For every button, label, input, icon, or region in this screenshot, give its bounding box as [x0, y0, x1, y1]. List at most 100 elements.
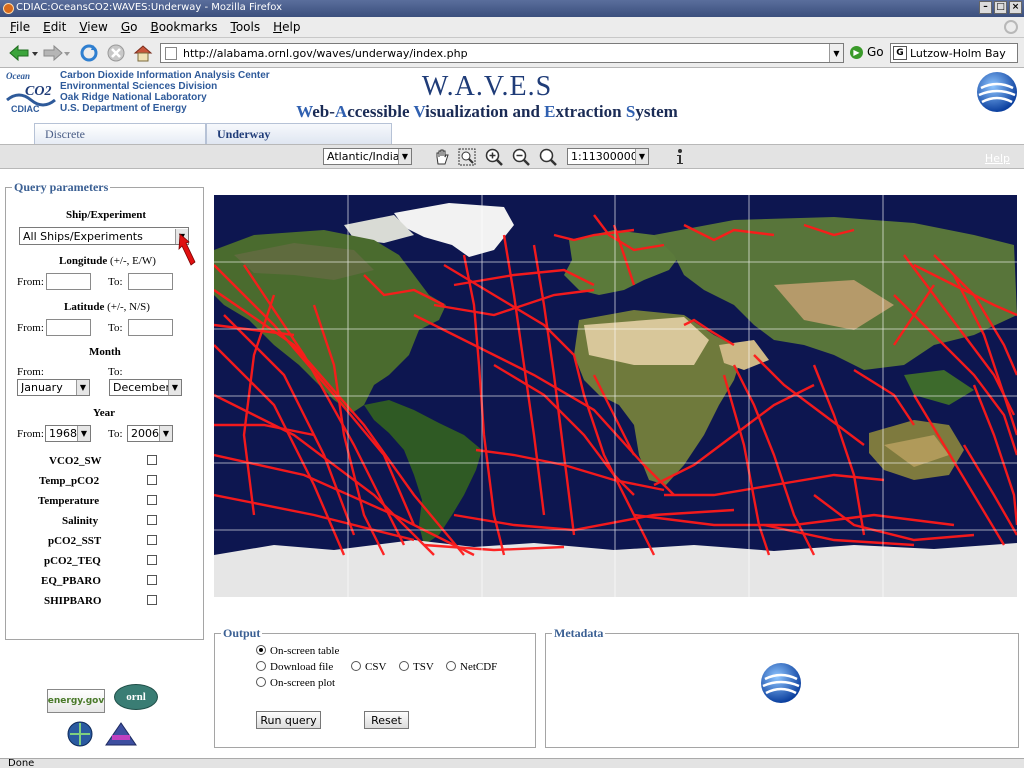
longitude-to-input[interactable] [128, 273, 173, 290]
variable-checkbox[interactable] [147, 535, 157, 545]
throbber-icon [1004, 20, 1018, 34]
maximize-button[interactable]: □ [994, 1, 1007, 14]
latitude-to-label: To: [108, 322, 123, 334]
title-waves: W.A.V.E.S [421, 71, 553, 102]
output-download-radio[interactable] [256, 661, 266, 671]
format-netcdf-radio[interactable] [446, 661, 456, 671]
variable-checkbox[interactable] [147, 555, 157, 565]
month-from-select[interactable]: January ▼ [17, 379, 90, 396]
format-csv-label: CSV [365, 661, 387, 673]
zoom-box-icon[interactable] [458, 148, 476, 166]
variable-label: EQ_PBARO [41, 575, 101, 587]
latitude-to-input[interactable] [128, 319, 173, 336]
url-bar[interactable]: http://alabama.ornl.gov/waves/underway/i… [160, 43, 844, 63]
metadata-globe-icon [761, 663, 801, 703]
variable-label: Temp_pCO2 [39, 475, 100, 487]
zoom-in-icon[interactable] [485, 148, 503, 166]
format-csv-radio[interactable] [351, 661, 361, 671]
chevron-down-icon: ▼ [77, 426, 90, 441]
back-button[interactable] [6, 42, 40, 64]
year-from-select[interactable]: 1968 ▼ [45, 425, 91, 442]
variable-label: Temperature [38, 495, 100, 507]
back-arrow-icon [9, 44, 38, 62]
logo-cdiac-text: CDIAC [11, 104, 40, 114]
reset-button[interactable]: Reset [364, 711, 409, 729]
output-plot-radio[interactable] [256, 677, 266, 687]
window-title: CDIAC:OceansCO2:WAVES:Underway - Mozilla… [16, 2, 283, 13]
tab-discrete[interactable]: Discrete [34, 123, 206, 144]
ship-label: Ship/Experiment [66, 209, 147, 221]
go-arrow-icon: ▶ [850, 45, 863, 59]
variable-label: pCO2_TEQ [44, 555, 101, 567]
menu-go[interactable]: Go [121, 20, 138, 34]
longitude-from-label: From: [17, 276, 44, 288]
year-to-label: To: [108, 428, 123, 440]
query-parameters-legend: Query parameters [14, 180, 109, 194]
year-to-select[interactable]: 2006 ▼ [127, 425, 173, 442]
format-tsv-radio[interactable] [399, 661, 409, 671]
pan-hand-icon[interactable] [433, 148, 451, 166]
search-input[interactable]: G Lutzow-Holm Bay [890, 43, 1018, 63]
reload-button[interactable] [78, 42, 100, 64]
zoom-out-icon[interactable] [512, 148, 530, 166]
output-table-radio[interactable] [256, 645, 266, 655]
menu-file[interactable]: File [10, 20, 30, 34]
logo-co2-text: CO2 [25, 84, 51, 99]
pyramid-logo-icon[interactable] [104, 721, 138, 749]
status-text: Done [8, 758, 35, 768]
tab-underway[interactable]: Underway [206, 123, 392, 144]
title-subtitle: Web-Accessible Visualization and Extract… [296, 102, 678, 121]
variable-checkbox[interactable] [147, 495, 157, 505]
home-button[interactable] [132, 42, 154, 64]
output-plot-label: On-screen plot [270, 677, 336, 689]
world-map-with-ship-tracks[interactable] [214, 195, 1017, 597]
month-label: Month [89, 346, 121, 358]
variable-checkbox[interactable] [147, 455, 157, 465]
menu-bar: File Edit View Go Bookmarks Tools Help [0, 17, 1024, 38]
variable-checkbox[interactable] [147, 475, 157, 485]
go-button[interactable]: ▶ Go [850, 45, 884, 59]
help-link[interactable]: Help [985, 152, 1010, 165]
output-legend: Output [223, 626, 261, 640]
forward-button[interactable] [42, 42, 72, 64]
energy-gov-logo[interactable]: energy.gov [47, 689, 105, 713]
run-query-button[interactable]: Run query [256, 711, 321, 729]
url-dropdown-icon[interactable]: ▼ [829, 44, 843, 62]
month-to-label: To: [108, 366, 123, 378]
organization-text: Carbon Dioxide Information Analysis Cent… [60, 70, 270, 114]
menu-edit[interactable]: Edit [43, 20, 66, 34]
info-icon[interactable] [671, 148, 689, 166]
minimize-button[interactable]: – [979, 1, 992, 14]
reload-icon [80, 44, 98, 62]
close-button[interactable]: × [1009, 1, 1022, 14]
forward-arrow-icon [43, 44, 70, 62]
ship-select[interactable]: All Ships/Experiments ▼ [19, 227, 189, 245]
ornl-logo[interactable]: ornl [114, 684, 158, 710]
variable-checkbox[interactable] [147, 515, 157, 525]
chevron-down-icon: ▼ [159, 426, 172, 441]
menu-help[interactable]: Help [273, 20, 300, 34]
zoom-full-icon[interactable] [539, 148, 557, 166]
menu-bookmarks[interactable]: Bookmarks [150, 20, 217, 34]
scale-select[interactable]: 1:113000000 ▼ [567, 148, 649, 165]
longitude-to-label: To: [108, 276, 123, 288]
region-select[interactable]: Atlantic/Indian ▼ [323, 148, 412, 165]
globe-logo[interactable] [975, 70, 1019, 114]
navigation-toolbar: http://alabama.ornl.gov/waves/underway/i… [0, 38, 1024, 68]
doe-seal-icon[interactable] [66, 720, 94, 748]
metadata-legend: Metadata [554, 626, 604, 640]
menu-tools[interactable]: Tools [231, 20, 261, 34]
variable-checkbox[interactable] [147, 595, 157, 605]
menu-view[interactable]: View [79, 20, 107, 34]
month-to-select[interactable]: December ▼ [109, 379, 182, 396]
view-tabs: Discrete Underway [34, 123, 392, 144]
stop-button[interactable] [105, 42, 127, 64]
google-search-icon[interactable]: G [893, 46, 907, 60]
longitude-from-input[interactable] [46, 273, 91, 290]
variable-checkbox[interactable] [147, 575, 157, 585]
latitude-from-input[interactable] [46, 319, 91, 336]
output-table-label: On-screen table [270, 645, 340, 657]
latitude-from-label: From: [17, 322, 44, 334]
cdiac-logo[interactable]: Ocean CO2 CDIAC [5, 70, 57, 114]
variable-label: pCO2_SST [48, 535, 102, 547]
